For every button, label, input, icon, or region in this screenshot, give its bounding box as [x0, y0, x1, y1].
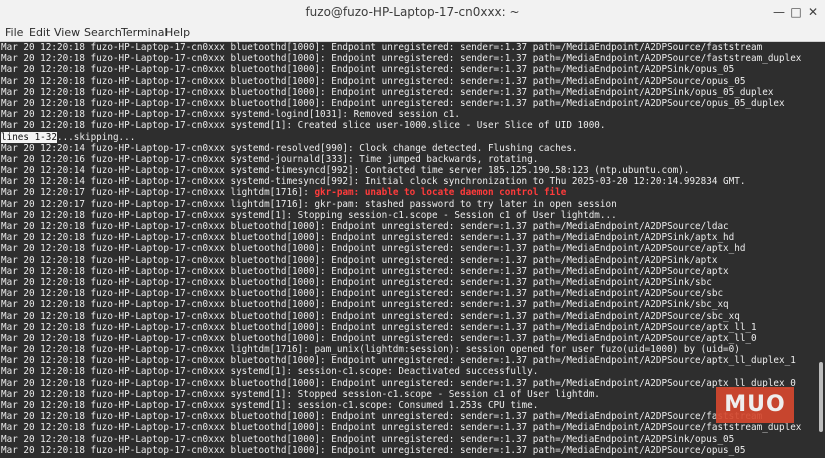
- terminal-line: Mar 20 12:20:18 fuzo-HP-Laptop-17-cn0xxx…: [0, 422, 817, 433]
- window-title: fuzo@fuzo-HP-Laptop-17-cn0xxx: ~: [305, 5, 520, 19]
- terminal-line: Mar 20 12:20:18 fuzo-HP-Laptop-17-cn0xxx…: [0, 232, 817, 243]
- terminal-line: Mar 20 12:20:18 fuzo-HP-Laptop-17-cn0xxx…: [0, 355, 817, 366]
- terminal-line-text: Mar 20 12:20:14 fuzo-HP-Laptop-17-cn0xxx…: [1, 142, 578, 154]
- terminal-line-text: Mar 20 12:20:18 fuzo-HP-Laptop-17-cn0xxx…: [1, 433, 735, 445]
- terminal-line: Mar 20 12:20:14 fuzo-HP-Laptop-17-cn0xxx…: [0, 143, 817, 154]
- terminal-line-text: Mar 20 12:20:18 fuzo-HP-Laptop-17-cn0xxx…: [1, 400, 539, 411]
- terminal-line: Mar 20 12:20:18 fuzo-HP-Laptop-17-cn0xxx…: [0, 299, 817, 310]
- terminal-line-text: Mar 20 12:20:18 fuzo-HP-Laptop-17-cn0xxx…: [1, 344, 740, 356]
- terminal-line: Mar 20 12:20:18 fuzo-HP-Laptop-17-cn0xxx…: [0, 378, 817, 389]
- terminal-line: Mar 20 12:20:18 fuzo-HP-Laptop-17-cn0xxx…: [0, 411, 817, 422]
- terminal-line: Mar 20 12:20:18 fuzo-HP-Laptop-17-cn0xxx…: [0, 311, 817, 322]
- terminal-line-text: Mar 20 12:20:18 fuzo-HP-Laptop-17-cn0xxx…: [1, 276, 712, 288]
- terminal-line-text: Mar 20 12:20:18 fuzo-HP-Laptop-17-cn0xxx…: [1, 355, 796, 367]
- terminal-line: Mar 20 12:20:18 fuzo-HP-Laptop-17-cn0xxx…: [0, 277, 817, 288]
- menu-search[interactable]: Search: [84, 24, 122, 41]
- minimize-button[interactable]: —: [771, 4, 787, 20]
- terminal-line: Mar 20 12:20:18 fuzo-HP-Laptop-17-cn0xxx…: [0, 221, 817, 232]
- menu-edit[interactable]: Edit: [29, 24, 50, 41]
- menu-file[interactable]: File: [5, 24, 23, 41]
- window-titlebar[interactable]: fuzo@fuzo-HP-Laptop-17-cn0xxx: ~ — □ ✕: [0, 0, 825, 25]
- terminal-line-text: Mar 20 12:20:18 fuzo-HP-Laptop-17-cn0xxx…: [1, 321, 757, 333]
- menu-terminal[interactable]: Terminal: [121, 24, 168, 41]
- close-button[interactable]: ✕: [805, 4, 821, 20]
- terminal-line-text: Mar 20 12:20:18 fuzo-HP-Laptop-17-cn0xxx…: [1, 422, 802, 434]
- terminal-line: Mar 20 12:20:18 fuzo-HP-Laptop-17-cn0xxx…: [0, 98, 817, 109]
- terminal-line-text: Mar 20 12:20:14 fuzo-HP-Laptop-17-cn0xxx…: [1, 176, 746, 188]
- terminal-line-text: Mar 20 12:20:14 fuzo-HP-Laptop-17-cn0xxx…: [1, 165, 690, 177]
- terminal-line-text: Mar 20 12:20:18 fuzo-HP-Laptop-17-cn0xxx…: [1, 232, 735, 244]
- terminal-line-text: Mar 20 12:20:18 fuzo-HP-Laptop-17-cn0xxx…: [1, 377, 796, 389]
- terminal-line: Mar 20 12:20:18 fuzo-HP-Laptop-17-cn0xxx…: [0, 266, 817, 277]
- terminal-line-text: Mar 20 12:20:18 fuzo-HP-Laptop-17-cn0xxx…: [1, 299, 729, 311]
- terminal-line-text: Mar 20 12:20:18 fuzo-HP-Laptop-17-cn0xxx…: [1, 64, 735, 76]
- terminal-line-text: Mar 20 12:20:18 fuzo-HP-Laptop-17-cn0xxx…: [1, 221, 729, 232]
- terminal-line-text: Mar 20 12:20:18 fuzo-HP-Laptop-17-cn0xxx…: [1, 209, 617, 221]
- terminal-line-text: Mar 20 12:20:17 fuzo-HP-Laptop-17-cn0xxx…: [1, 187, 315, 199]
- terminal-line-text: Mar 20 12:20:18 fuzo-HP-Laptop-17-cn0xxx…: [1, 411, 763, 423]
- terminal-output[interactable]: Mar 20 12:20:18 fuzo-HP-Laptop-17-cn0xxx…: [0, 42, 817, 458]
- terminal-line-text: Mar 20 12:20:18 fuzo-HP-Laptop-17-cn0xxx…: [1, 310, 740, 322]
- terminal-line-text: Mar 20 12:20:18 fuzo-HP-Laptop-17-cn0xxx…: [1, 265, 729, 277]
- terminal-line-text: Mar 20 12:20:18 fuzo-HP-Laptop-17-cn0xxx…: [1, 254, 718, 266]
- terminal-line-text: Mar 20 12:20:17 fuzo-HP-Laptop-17-cn0xxx…: [1, 198, 617, 210]
- terminal-line-text: Mar 20 12:20:18 fuzo-HP-Laptop-17-cn0xxx…: [1, 332, 757, 344]
- menu-view[interactable]: View: [54, 24, 80, 41]
- terminal-line: Mar 20 12:20:18 fuzo-HP-Laptop-17-cn0xxx…: [0, 288, 817, 299]
- terminal-line-text: Mar 20 12:20:18 fuzo-HP-Laptop-17-cn0xxx…: [1, 75, 746, 87]
- terminal-line: Mar 20 12:20:16 fuzo-HP-Laptop-17-cn0xxx…: [0, 154, 817, 165]
- scrollbar-thumb[interactable]: [819, 362, 823, 432]
- terminal-line: Mar 20 12:20:18 fuzo-HP-Laptop-17-cn0xxx…: [0, 42, 817, 53]
- terminal-scrollbar[interactable]: [817, 42, 825, 458]
- terminal-line-text: ...skipping...: [56, 131, 136, 143]
- terminal-line: Mar 20 12:20:18 fuzo-HP-Laptop-17-cn0xxx…: [0, 344, 817, 355]
- terminal-line: Mar 20 12:20:14 fuzo-HP-Laptop-17-cn0xxx…: [0, 165, 817, 176]
- terminal-line: Mar 20 12:20:18 fuzo-HP-Laptop-17-cn0xxx…: [0, 76, 817, 87]
- terminal-line: Mar 20 12:20:18 fuzo-HP-Laptop-17-cn0xxx…: [0, 434, 817, 445]
- terminal-line: Mar 20 12:20:18 fuzo-HP-Laptop-17-cn0xxx…: [0, 53, 817, 64]
- muo-watermark-logo: MUO: [716, 387, 794, 423]
- maximize-button[interactable]: □: [788, 4, 804, 20]
- terminal-line: Mar 20 12:20:18 fuzo-HP-Laptop-17-cn0xxx…: [0, 109, 817, 120]
- menu-help[interactable]: Help: [165, 24, 190, 41]
- terminal-line: Mar 20 12:20:18 fuzo-HP-Laptop-17-cn0xxx…: [0, 389, 817, 400]
- terminal-line: Mar 20 12:20:18 fuzo-HP-Laptop-17-cn0xxx…: [0, 255, 817, 266]
- terminal-line: Mar 20 12:20:18 fuzo-HP-Laptop-17-cn0xxx…: [0, 64, 817, 75]
- terminal-line: Mar 20 12:20:18 fuzo-HP-Laptop-17-cn0xxx…: [0, 87, 817, 98]
- terminal-line-text: Mar 20 12:20:18 fuzo-HP-Laptop-17-cn0xxx…: [1, 388, 600, 400]
- terminal-line: Mar 20 12:20:14 fuzo-HP-Laptop-17-cn0xxx…: [0, 176, 817, 187]
- menu-bar: File Edit View Search Terminal Help: [0, 24, 825, 42]
- terminal-line: Mar 20 12:20:18 fuzo-HP-Laptop-17-cn0xxx…: [0, 366, 817, 377]
- terminal-line-text: Mar 20 12:20:18 fuzo-HP-Laptop-17-cn0xxx…: [1, 288, 724, 300]
- terminal-line: Mar 20 12:20:18 fuzo-HP-Laptop-17-cn0xxx…: [0, 322, 817, 333]
- terminal-line-text: Mar 20 12:20:18 fuzo-HP-Laptop-17-cn0xxx…: [1, 444, 746, 456]
- error-message: gkr-pam: unable to locate daemon control…: [314, 187, 567, 199]
- pager-position-indicator: lines 1-32: [1, 131, 57, 143]
- terminal-line: Mar 20 12:20:18 fuzo-HP-Laptop-17-cn0xxx…: [0, 243, 817, 254]
- terminal-line-text: Mar 20 12:20:18 fuzo-HP-Laptop-17-cn0xxx…: [1, 97, 785, 109]
- terminal-line-text: Mar 20 12:20:16 fuzo-HP-Laptop-17-cn0xxx…: [1, 153, 539, 165]
- terminal-line-text: Mar 20 12:20:18 fuzo-HP-Laptop-17-cn0xxx…: [1, 109, 460, 121]
- terminal-line: Mar 20 12:20:17 fuzo-HP-Laptop-17-cn0xxx…: [0, 199, 817, 210]
- terminal-line-text: Mar 20 12:20:18 fuzo-HP-Laptop-17-cn0xxx…: [1, 120, 606, 132]
- terminal-line: Mar 20 12:20:18 fuzo-HP-Laptop-17-cn0xxx…: [0, 400, 817, 411]
- terminal-line: Mar 20 12:20:17 fuzo-HP-Laptop-17-cn0xxx…: [0, 187, 817, 198]
- terminal-line-text: Mar 20 12:20:18 fuzo-HP-Laptop-17-cn0xxx…: [1, 53, 802, 65]
- terminal-line-text: Mar 20 12:20:18 fuzo-HP-Laptop-17-cn0xxx…: [1, 86, 774, 98]
- terminal-line: Mar 20 12:20:18 fuzo-HP-Laptop-17-cn0xxx…: [0, 210, 817, 221]
- terminal-line-text: Mar 20 12:20:18 fuzo-HP-Laptop-17-cn0xxx…: [1, 42, 763, 53]
- terminal-line-text: Mar 20 12:20:18 fuzo-HP-Laptop-17-cn0xxx…: [1, 243, 746, 255]
- terminal-line: Mar 20 12:20:18 fuzo-HP-Laptop-17-cn0xxx…: [0, 120, 817, 131]
- terminal-line: Mar 20 12:20:18 fuzo-HP-Laptop-17-cn0xxx…: [0, 333, 817, 344]
- terminal-line: lines 1-32...skipping...: [0, 131, 817, 143]
- terminal-line: Mar 20 12:20:18 fuzo-HP-Laptop-17-cn0xxx…: [0, 445, 817, 456]
- terminal-line-text: Mar 20 12:20:18 fuzo-HP-Laptop-17-cn0xxx…: [1, 366, 539, 378]
